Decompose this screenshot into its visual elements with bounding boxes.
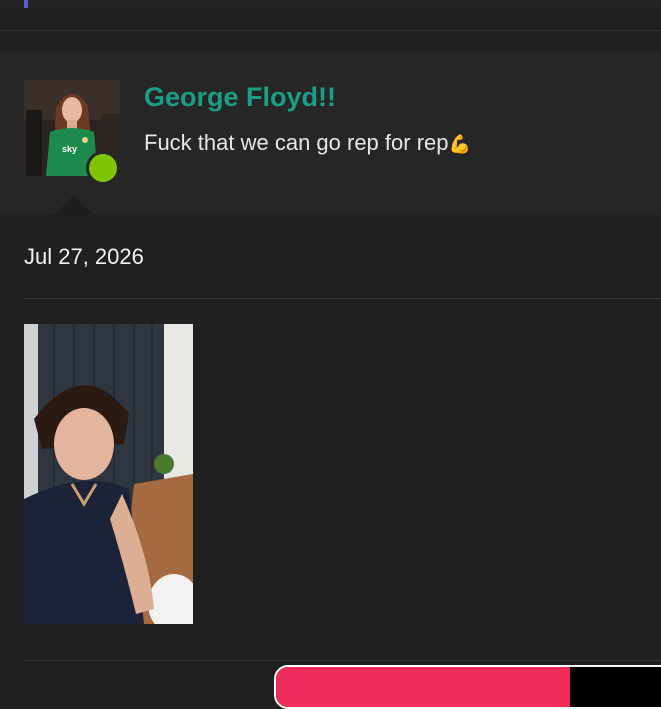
message-body: Fuck that we can go rep for rep xyxy=(144,130,449,155)
post-date: Jul 27, 2026 xyxy=(24,244,144,269)
message-text: Fuck that we can go rep for rep💪 xyxy=(144,130,471,156)
online-status-dot xyxy=(86,151,120,185)
attached-photo[interactable] xyxy=(24,324,193,624)
svg-text:sky: sky xyxy=(62,144,77,154)
message-bar-pointer xyxy=(54,195,94,215)
flexed-biceps-emoji: 💪 xyxy=(448,134,471,154)
username[interactable]: George Floyd!! xyxy=(144,82,336,113)
divider xyxy=(0,30,661,31)
bottom-progress-bar[interactable] xyxy=(274,665,661,709)
quote-accent-bar xyxy=(24,0,28,8)
quoted-message-strip xyxy=(0,0,661,8)
divider xyxy=(24,660,661,661)
divider xyxy=(24,298,661,299)
message-bar: sky George Floyd!! Fuck that we can go r… xyxy=(0,52,661,215)
bottom-progress-fill xyxy=(276,667,570,707)
